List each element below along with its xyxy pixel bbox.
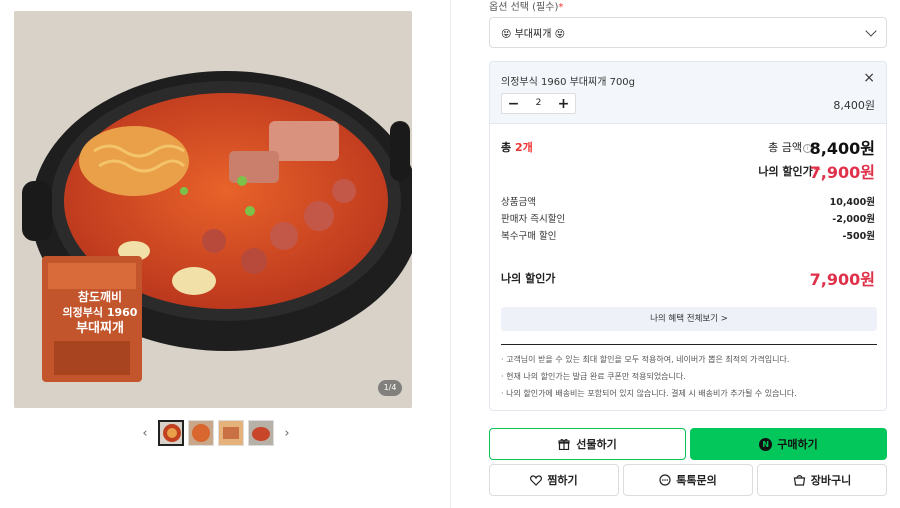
note-item: · 나의 할인가에 배송비는 포함되어 있지 않습니다. 결제 시 배송비가 추… xyxy=(501,389,797,398)
breakdown-label: 복수구매 할인 xyxy=(501,231,557,242)
buy-button-label: 구매하기 xyxy=(777,438,818,451)
close-icon[interactable]: × xyxy=(863,70,875,86)
option-selected-value: 😝 부대찌개 😝 xyxy=(501,29,566,40)
gift-button-label: 선물하기 xyxy=(576,438,617,451)
breakdown-value: -2,000원 xyxy=(832,214,875,225)
my-price: 7,900원 xyxy=(809,270,875,289)
breakdown-value: 10,400원 xyxy=(829,197,875,208)
note-item: · 현재 나의 할인가는 발급 완료 쿠폰만 적용되었습니다. xyxy=(501,372,686,381)
note-item: · 고객님이 받을 수 있는 최대 할인을 모두 적용하여, 네이버가 뽑은 최… xyxy=(501,355,790,364)
price-notes: · 고객님이 받을 수 있는 최대 할인을 모두 적용하여, 네이버가 뽑은 최… xyxy=(501,354,881,405)
breakdown-row: 상품금액 10,400원 xyxy=(501,194,875,208)
breakdown-label: 상품금액 xyxy=(501,197,536,208)
chevron-right-icon[interactable]: › xyxy=(278,419,296,447)
selected-option-card: 의정부식 1960 부대찌개 700g × − 2 + 8,400원 xyxy=(489,61,887,124)
heart-icon xyxy=(530,474,543,486)
wish-button[interactable]: 찜하기 xyxy=(489,464,619,496)
option-select[interactable]: 😝 부대찌개 😝 xyxy=(489,17,887,48)
package-brand: 참도깨비 xyxy=(77,290,123,304)
product-photo-graphic xyxy=(14,11,412,408)
package-subtitle: 의정부식 1960 xyxy=(62,306,138,319)
talk-inquiry-label: 톡톡문의 xyxy=(676,474,717,487)
panel-divider xyxy=(450,0,451,508)
gift-icon xyxy=(558,439,570,450)
selected-option-name: 의정부식 1960 부대찌개 700g xyxy=(501,77,636,88)
breakdown-label: 판매자 즉시할인 xyxy=(501,214,566,225)
package-title: 부대찌개 xyxy=(76,321,124,336)
thumbnail-2[interactable] xyxy=(188,420,214,446)
thumbnail-4[interactable] xyxy=(248,420,274,446)
total-price: 8,400원 xyxy=(809,139,875,158)
buy-button[interactable]: N 구매하기 xyxy=(690,428,887,460)
package-label: 참도깨비 의정부식 1960 부대찌개 xyxy=(56,289,144,337)
required-mark: * xyxy=(558,2,564,13)
quantity-stepper: − 2 + xyxy=(501,93,576,114)
shopping-bag-icon xyxy=(793,475,805,486)
my-price-label: 나의 할인가 xyxy=(501,272,556,285)
cart-button-label: 장바구니 xyxy=(810,474,852,487)
notes-divider xyxy=(501,344,877,345)
thumbnail-strip: ‹ › xyxy=(136,418,296,448)
option-label: 옵션 선택 (필수)* xyxy=(489,2,564,13)
gift-button[interactable]: 선물하기 xyxy=(489,428,686,460)
breakdown-row: 판매자 즉시할인 -2,000원 xyxy=(501,211,875,225)
breakdown-row: 복수구매 할인 -500원 xyxy=(501,228,875,242)
view-all-benefits-button[interactable]: 나의 혜택 전체보기 > xyxy=(501,307,877,331)
wish-button-label: 찜하기 xyxy=(547,474,578,487)
price-summary: 총 2개 총 금액 i 8,400원 나의 할인가^ 7,900원 상품금액 10… xyxy=(489,124,887,411)
minus-button[interactable]: − xyxy=(502,94,525,113)
chevron-down-icon xyxy=(865,24,877,37)
selected-option-price: 8,400원 xyxy=(833,99,875,112)
total-quantity: 총 2개 xyxy=(501,141,533,154)
thumbnail-3[interactable] xyxy=(218,420,244,446)
chevron-left-icon[interactable]: ‹ xyxy=(136,419,154,447)
plus-button[interactable]: + xyxy=(552,94,575,113)
main-product-image[interactable]: 참도깨비 의정부식 1960 부대찌개 1/4 xyxy=(14,11,412,408)
naver-pay-icon: N xyxy=(759,437,773,451)
cart-button[interactable]: 장바구니 xyxy=(757,464,887,496)
breakdown-value: -500원 xyxy=(842,231,875,242)
thumbnail-1[interactable] xyxy=(158,420,184,446)
quantity-value[interactable]: 2 xyxy=(525,94,552,113)
total-amount-label: 총 금액 i xyxy=(768,139,812,155)
photo-counter: 1/4 xyxy=(378,380,402,396)
chat-bubble-icon xyxy=(659,474,671,486)
talk-inquiry-button[interactable]: 톡톡문의 xyxy=(623,464,753,496)
discount-price: 7,900원 xyxy=(809,163,875,182)
